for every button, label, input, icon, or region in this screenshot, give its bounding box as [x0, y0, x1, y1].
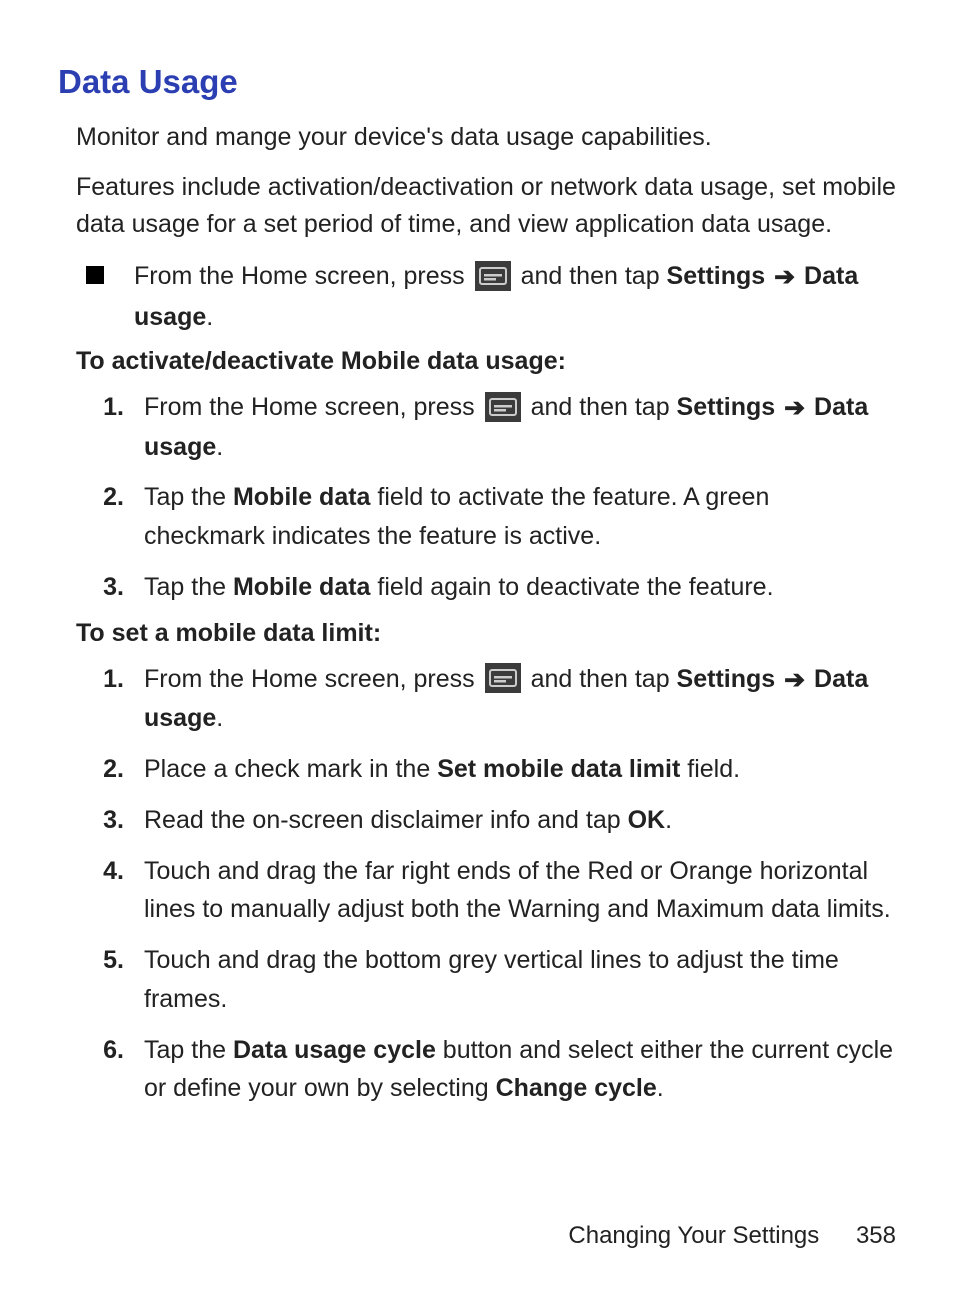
step-list-1: 1. From the Home screen, press and then … — [76, 388, 896, 607]
step-body: Tap the Mobile data field again to deact… — [144, 568, 896, 607]
page-footer: Changing Your Settings 358 — [568, 1222, 896, 1250]
text-fragment: Read the on-screen disclaimer info and t… — [144, 806, 628, 834]
text-fragment: From the Home screen, press — [144, 393, 482, 421]
step-item: 1. From the Home screen, press and then … — [76, 660, 896, 739]
text-fragment: . — [216, 704, 223, 732]
bullet-list: From the Home screen, press and then tap… — [76, 256, 896, 337]
step-number: 3. — [76, 568, 124, 607]
page-title: Data Usage — [58, 63, 896, 101]
step-item: 3. Read the on-screen disclaimer info an… — [76, 801, 896, 840]
step-number: 2. — [76, 750, 124, 789]
step-body: Tap the Mobile data field to activate th… — [144, 478, 896, 556]
text-fragment: . — [216, 433, 223, 461]
bold-text: Mobile data — [233, 573, 371, 601]
intro-paragraph-1: Monitor and mange your device's data usa… — [76, 119, 896, 155]
step-number: 1. — [76, 660, 124, 739]
step-body: Touch and drag the far right ends of the… — [144, 852, 896, 930]
subheading: To activate/deactivate Mobile data usage… — [76, 347, 896, 376]
step-item: 4. Touch and drag the far right ends of … — [76, 852, 896, 930]
bold-text: Data usage cycle — [233, 1036, 436, 1064]
step-number: 1. — [76, 388, 124, 467]
step-body: From the Home screen, press and then tap… — [144, 388, 896, 467]
footer-section-title: Changing Your Settings — [568, 1222, 819, 1249]
text-fragment: field again to deactivate the feature. — [370, 573, 773, 601]
step-item: 3. Tap the Mobile data field again to de… — [76, 568, 896, 607]
text-fragment: and then tap — [531, 665, 677, 693]
menu-icon — [485, 663, 521, 693]
step-item: 1. From the Home screen, press and then … — [76, 388, 896, 467]
step-number: 5. — [76, 941, 124, 1019]
step-number: 2. — [76, 478, 124, 556]
footer-page-number: 358 — [856, 1222, 896, 1249]
text-fragment: Tap the — [144, 573, 233, 601]
text-fragment: Tap the — [144, 1036, 233, 1064]
arrow-right-icon: ➔ — [784, 389, 805, 428]
text-fragment: From the Home screen, press — [144, 665, 482, 693]
bold-text: Change cycle — [496, 1074, 657, 1102]
bullet-body: From the Home screen, press and then tap… — [134, 256, 896, 337]
menu-icon — [475, 261, 511, 291]
text-fragment: . — [206, 303, 213, 331]
text-fragment: and then tap — [531, 393, 677, 421]
text-fragment: field. — [680, 755, 740, 783]
step-number: 3. — [76, 801, 124, 840]
step-body: Place a check mark in the Set mobile dat… — [144, 750, 896, 789]
subheading: To set a mobile data limit: — [76, 619, 896, 648]
text-fragment: . — [657, 1074, 664, 1102]
bold-text: Set mobile data limit — [437, 755, 680, 783]
step-list-2: 1. From the Home screen, press and then … — [76, 660, 896, 1109]
square-bullet-icon — [86, 266, 104, 284]
bold-text: Settings — [667, 262, 766, 290]
intro-paragraph-2: Features include activation/deactivation… — [76, 169, 896, 242]
step-body: Tap the Data usage cycle button and sele… — [144, 1031, 896, 1109]
step-number: 4. — [76, 852, 124, 930]
bold-text: Settings — [677, 665, 776, 693]
bold-text: Mobile data — [233, 483, 371, 511]
step-item: 5. Touch and drag the bottom grey vertic… — [76, 941, 896, 1019]
menu-icon — [485, 392, 521, 422]
step-item: 2. Place a check mark in the Set mobile … — [76, 750, 896, 789]
arrow-right-icon: ➔ — [784, 661, 805, 700]
text-fragment: From the Home screen, press — [134, 262, 472, 290]
text-fragment: . — [665, 806, 672, 834]
text-fragment: Place a check mark in the — [144, 755, 437, 783]
step-body: Touch and drag the bottom grey vertical … — [144, 941, 896, 1019]
step-body: From the Home screen, press and then tap… — [144, 660, 896, 739]
step-number: 6. — [76, 1031, 124, 1109]
bold-text: Settings — [677, 393, 776, 421]
bullet-item: From the Home screen, press and then tap… — [76, 256, 896, 337]
step-item: 2. Tap the Mobile data field to activate… — [76, 478, 896, 556]
text-fragment: Tap the — [144, 483, 233, 511]
step-body: Read the on-screen disclaimer info and t… — [144, 801, 896, 840]
step-item: 6. Tap the Data usage cycle button and s… — [76, 1031, 896, 1109]
arrow-right-icon: ➔ — [774, 257, 795, 297]
text-fragment: and then tap — [521, 262, 667, 290]
bold-text: OK — [628, 806, 666, 834]
